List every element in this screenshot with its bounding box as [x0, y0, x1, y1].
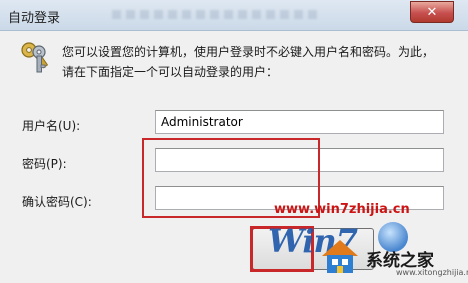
username-label: 用户名(U): — [22, 119, 81, 133]
password-label: 密码(P): — [22, 157, 67, 171]
watermark-domain: www.xitongzhijia.net — [396, 268, 468, 277]
username-field[interactable] — [155, 110, 444, 134]
house-icon — [322, 240, 358, 273]
description-line-2: 请在下面指定一个可以自动登录的用户： — [62, 65, 279, 79]
blurred-title-ghost — [112, 10, 322, 19]
close-button[interactable]: ✕ — [410, 1, 454, 23]
keys-icon — [21, 42, 49, 73]
watermark-url: www.win7zhijia.cn — [274, 202, 410, 217]
close-icon: ✕ — [426, 4, 438, 20]
title-bar: 自动登录 ✕ — [0, 0, 468, 31]
description: 您可以设置您的计算机，使用户登录时不必键入用户名和密码。为此， 请在下面指定一个… — [62, 42, 452, 82]
confirm-password-label: 确认密码(C): — [22, 195, 92, 209]
description-line-1: 您可以设置您的计算机，使用户登录时不必键入用户名和密码。为此， — [62, 45, 435, 59]
window-title: 自动登录 — [8, 11, 61, 26]
